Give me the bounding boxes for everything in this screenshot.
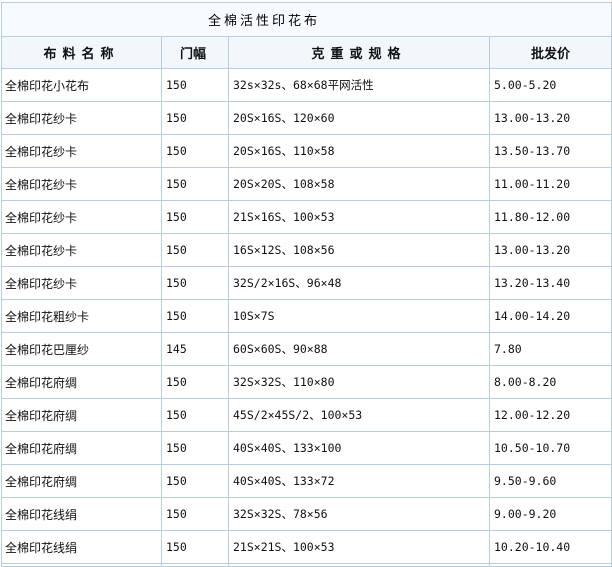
cell-name: 全棉印花纱卡 — [1, 266, 162, 300]
cell-name: 全棉印花府绸 — [1, 464, 162, 498]
table-row: 全棉印花纱卡 150 20S×16S、110×58 13.50-13.70 — [1, 134, 612, 168]
cell-width: 150 — [161, 233, 229, 267]
cell-name: 全棉印花小花布 — [1, 68, 162, 102]
cell-spec: 20S×20S、108×58 — [228, 167, 490, 201]
cell-price: 5.00-5.20 — [488, 68, 612, 102]
cell-empty — [228, 563, 490, 567]
table-row: 全棉印花纱卡 150 32S/2×16S、96×48 13.20-13.40 — [1, 266, 612, 300]
table-row: 全棉印花府绸 150 40S×40S、133×100 10.50-10.70 — [1, 431, 612, 465]
cell-width: 150 — [161, 299, 229, 333]
cell-price: 13.00-13.20 — [488, 233, 612, 267]
cell-width: 150 — [161, 68, 229, 102]
header-width: 门幅 — [161, 36, 229, 69]
cell-spec: 16S×12S、108×56 — [228, 233, 490, 267]
cell-width: 150 — [161, 530, 229, 564]
table-row: 全棉印花纱卡 150 20S×16S、120×60 13.00-13.20 — [1, 101, 612, 135]
cell-price: 13.50-13.70 — [488, 134, 612, 168]
cell-empty — [161, 563, 229, 567]
cell-width: 150 — [161, 398, 229, 432]
cell-width: 150 — [161, 167, 229, 201]
table-row: 全棉印花府绸 150 40S×40S、133×72 9.50-9.60 — [1, 464, 612, 498]
title-row: 全棉活性印花布 — [0, 2, 612, 37]
table-row: 全棉印花纱卡 150 20S×20S、108×58 11.00-11.20 — [1, 167, 612, 201]
header-name: 布料名称 — [1, 36, 162, 69]
header-row: 布料名称 门幅 克重或规格 批发价 — [1, 36, 612, 69]
cell-spec: 40S×40S、133×100 — [228, 431, 490, 465]
cell-spec: 32S×32S、110×80 — [228, 365, 490, 399]
cell-price: 11.80-12.00 — [488, 200, 612, 234]
cell-name: 全棉印花纱卡 — [1, 233, 162, 267]
cell-name: 全棉印花府绸 — [1, 365, 162, 399]
cell-width: 150 — [161, 497, 229, 531]
cell-name: 全棉印花粗纱卡 — [1, 299, 162, 333]
cell-empty — [1, 563, 162, 567]
cell-width: 150 — [161, 200, 229, 234]
cell-price: 14.00-14.20 — [488, 299, 612, 333]
table-body: 全棉印花小花布 150 32s×32s、68×68平网活性 5.00-5.20 全棉印花… — [1, 68, 612, 567]
cell-name: 全棉印花线绢 — [1, 530, 162, 564]
cell-spec: 32S×32S、78×56 — [228, 497, 490, 531]
table-row: 全棉印花线绢 150 21S×21S、100×53 10.20-10.40 — [1, 530, 612, 564]
cell-price: 8.00-8.20 — [488, 365, 612, 399]
cell-price: 13.20-13.40 — [488, 266, 612, 300]
table-row: 全棉印花粗纱卡 150 10S×7S 14.00-14.20 — [1, 299, 612, 333]
cell-width: 150 — [161, 431, 229, 465]
table-row: 全棉印花小花布 150 32s×32s、68×68平网活性 5.00-5.20 — [1, 68, 612, 102]
cell-width: 150 — [161, 365, 229, 399]
cell-name: 全棉印花线绢 — [1, 497, 162, 531]
cell-spec: 20S×16S、120×60 — [228, 101, 490, 135]
cell-price: 13.00-13.20 — [488, 101, 612, 135]
cell-price: 9.50-9.60 — [488, 464, 612, 498]
cell-width: 150 — [161, 101, 229, 135]
cell-price: 7.80 — [488, 332, 612, 366]
table-row: 全棉印花巴厘纱 145 60S×60S、90×88 7.80 — [1, 332, 612, 366]
table-title: 全棉活性印花布 — [0, 2, 612, 37]
cell-name: 全棉印花纱卡 — [1, 200, 162, 234]
cell-name: 全棉印花纱卡 — [1, 134, 162, 168]
cell-spec: 32S/2×16S、96×48 — [228, 266, 490, 300]
table-row: 全棉印花纱卡 150 21S×16S、100×53 11.80-12.00 — [1, 200, 612, 234]
cell-spec: 20S×16S、110×58 — [228, 134, 490, 168]
cell-price: 12.00-12.20 — [488, 398, 612, 432]
cell-name: 全棉印花府绸 — [1, 398, 162, 432]
cell-spec: 60S×60S、90×88 — [228, 332, 490, 366]
cell-spec: 40S×40S、133×72 — [228, 464, 490, 498]
cell-name: 全棉印花府绸 — [1, 431, 162, 465]
table-row-cutoff — [1, 563, 612, 567]
header-spec: 克重或规格 — [228, 36, 490, 69]
cell-price: 10.50-10.70 — [488, 431, 612, 465]
cell-price: 9.00-9.20 — [488, 497, 612, 531]
cell-price: 11.00-11.20 — [488, 167, 612, 201]
cell-spec: 32s×32s、68×68平网活性 — [228, 68, 490, 102]
cell-spec: 10S×7S — [228, 299, 490, 333]
table-row: 全棉印花线绢 150 32S×32S、78×56 9.00-9.20 — [1, 497, 612, 531]
table-row: 全棉印花纱卡 150 16S×12S、108×56 13.00-13.20 — [1, 233, 612, 267]
cell-name: 全棉印花纱卡 — [1, 101, 162, 135]
cell-width: 150 — [161, 266, 229, 300]
cell-price: 10.20-10.40 — [488, 530, 612, 564]
table-row: 全棉印花府绸 150 32S×32S、110×80 8.00-8.20 — [1, 365, 612, 399]
cell-spec: 21S×16S、100×53 — [228, 200, 490, 234]
header-price: 批发价 — [488, 36, 612, 69]
table-row: 全棉印花府绸 150 45S/2×45S/2、100×53 12.00-12.20 — [1, 398, 612, 432]
cell-empty — [488, 563, 612, 567]
cell-width: 145 — [161, 332, 229, 366]
cell-width: 150 — [161, 464, 229, 498]
price-table: 全棉活性印花布 布料名称 门幅 克重或规格 批发价 全棉印花小花布 150 32s×… — [0, 2, 612, 567]
cell-spec: 21S×21S、100×53 — [228, 530, 490, 564]
cell-name: 全棉印花巴厘纱 — [1, 332, 162, 366]
cell-name: 全棉印花纱卡 — [1, 167, 162, 201]
cell-width: 150 — [161, 134, 229, 168]
cell-spec: 45S/2×45S/2、100×53 — [228, 398, 490, 432]
